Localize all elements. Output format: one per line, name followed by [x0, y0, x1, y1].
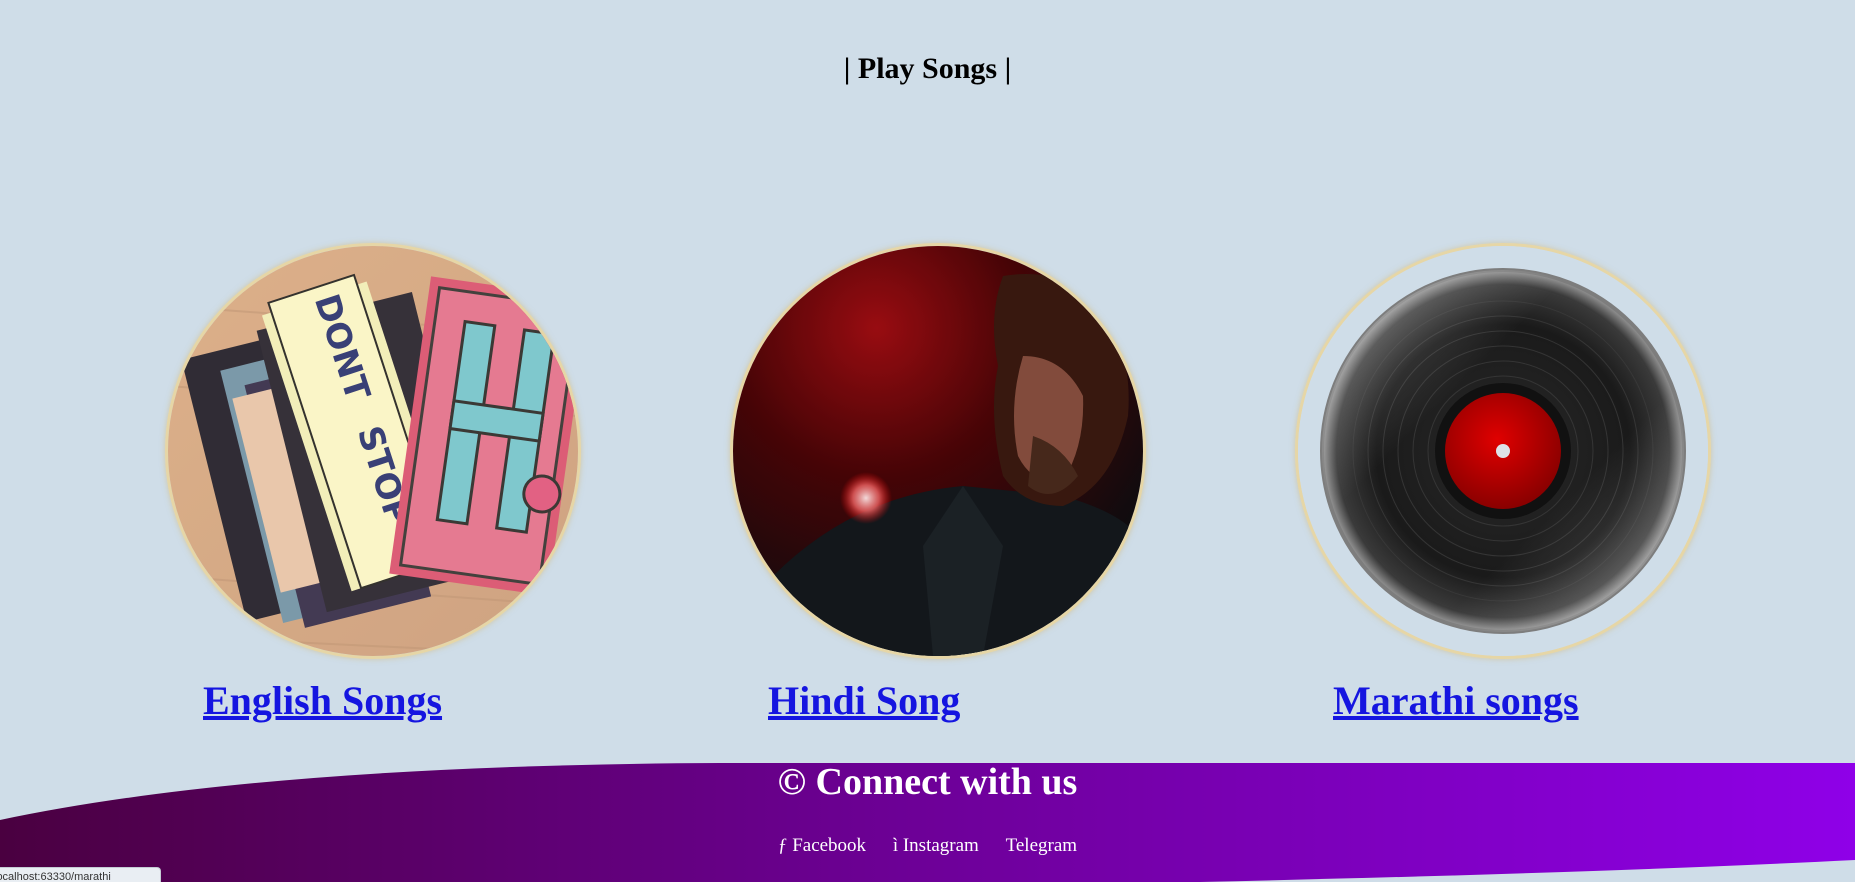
english-songs-image-link[interactable]: DONT STOP	[165, 243, 581, 659]
page-title: | Play Songs |	[843, 52, 1012, 85]
hindi-song-image-link[interactable]	[730, 243, 1146, 659]
status-bar-url: localhost:63330/marathi	[0, 867, 161, 882]
instagram-icon: ì	[892, 835, 899, 856]
facebook-link[interactable]: ƒ Facebook	[778, 835, 866, 856]
singer-red-light-image	[733, 246, 1143, 656]
vinyl-disc-image	[1298, 246, 1708, 656]
category-card-hindi: Hindi Song	[730, 243, 1146, 724]
marathi-songs-link[interactable]: Marathi songs	[1333, 677, 1711, 724]
hindi-song-link[interactable]: Hindi Song	[768, 677, 1146, 724]
vinyl-record-covers-image: DONT STOP	[168, 246, 578, 656]
category-card-marathi: Marathi songs	[1295, 243, 1711, 724]
social-links: ƒ Facebook ì Instagram Telegram	[0, 835, 1855, 857]
english-songs-link[interactable]: English Songs	[203, 677, 581, 724]
facebook-icon: ƒ	[777, 835, 788, 856]
footer-heading: © Connect with us	[777, 761, 1078, 803]
telegram-link[interactable]: Telegram	[1006, 835, 1077, 856]
category-card-english: DONT STOP English Songs	[165, 243, 581, 724]
instagram-link[interactable]: ì Instagram	[893, 835, 979, 856]
marathi-songs-image-link[interactable]	[1295, 243, 1711, 659]
